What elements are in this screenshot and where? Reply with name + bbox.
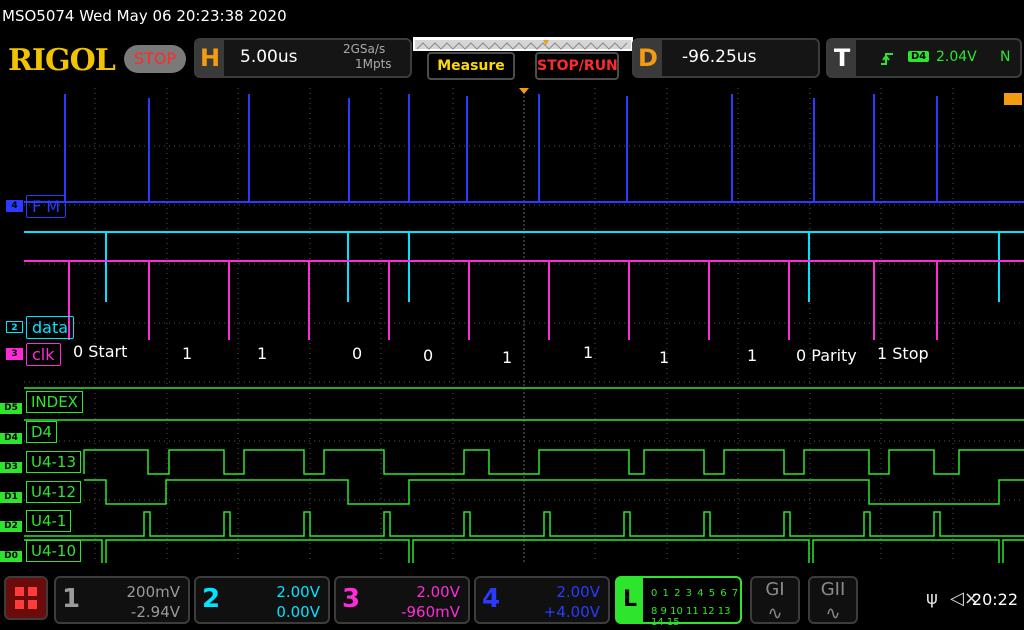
logic-analyzer-box[interactable]: L 0 1 2 3 4 5 6 7 8 9 10 11 12 13 14 15 <box>615 576 742 628</box>
stop-run-button[interactable]: STOP/RUN <box>535 52 619 80</box>
channel-3-offset: -960mV <box>401 603 460 621</box>
channel-3-box[interactable]: 3 2.00V -960mV <box>334 576 470 624</box>
clock: 20:22 <box>971 590 1018 609</box>
bit-annotation: 1 Stop <box>877 344 929 363</box>
la-channels-row-1: 0 1 2 3 4 5 6 7 <box>651 588 740 599</box>
usb-icon: ψ <box>926 588 938 609</box>
la-channels-row-2: 8 9 10 11 12 13 14 15 <box>651 606 731 628</box>
digital-label-u4-12: U4-12 <box>26 481 82 503</box>
digital-marker-d3[interactable]: D3 <box>0 462 22 473</box>
delay-panel[interactable]: D -96.25us <box>632 38 820 78</box>
trigger-mode: N <box>1000 49 1011 65</box>
waveform-display[interactable] <box>24 88 1024 563</box>
digital-marker-d0[interactable]: D0 <box>0 551 22 562</box>
title-bar: MSO5074 Wed May 06 20:23:38 2020 <box>0 0 1024 34</box>
generator-1-box[interactable]: GI ∿ <box>750 576 800 624</box>
digital-label-u4-13: U4-13 <box>26 451 82 473</box>
bit-annotation: 1 <box>182 344 193 363</box>
bit-annotation: 1 <box>502 348 513 367</box>
trigger-panel[interactable]: T D4 2.04V N <box>826 38 1022 78</box>
digital-label-d4: D4 <box>26 421 58 443</box>
rising-edge-icon <box>881 53 893 65</box>
horizontal-key: H <box>196 40 224 76</box>
trigger-key: T <box>828 40 856 76</box>
bit-annotation: 1 <box>583 343 594 362</box>
device-info: MSO5074 Wed May 06 20:23:38 2020 <box>2 7 287 25</box>
channel-3-number: 3 <box>342 584 361 614</box>
bit-annotation: 1 <box>747 346 758 365</box>
channel-4-scale: 2.00V <box>556 583 600 601</box>
channel-2-scale: 2.00V <box>276 583 320 601</box>
channel-2-number: 2 <box>202 584 221 614</box>
channel-2-offset: 0.00V <box>276 603 320 621</box>
ch3-marker[interactable]: 3 <box>6 348 23 360</box>
channel-1-number: 1 <box>62 584 81 614</box>
bit-annotation: 0 Start <box>73 342 128 361</box>
digital-label-u4-1: U4-1 <box>26 510 72 532</box>
channel-3-scale: 2.00V <box>416 583 460 601</box>
bit-annotation: 0 <box>352 344 363 363</box>
memory-depth: 1Mpts <box>355 57 392 71</box>
generator-2-box[interactable]: GII ∿ <box>808 576 858 624</box>
timebase-value: 5.00us <box>240 47 298 67</box>
menu-grid-icon[interactable] <box>4 576 48 620</box>
ch2-marker[interactable]: 2 <box>6 321 23 333</box>
channel-1-scale: 200mV <box>126 583 180 601</box>
channel-2-box[interactable]: 2 2.00V 0.00V <box>194 576 330 624</box>
digital-label-index: INDEX <box>26 391 83 413</box>
channel-4-box[interactable]: 4 2.00V +4.00V <box>474 576 610 624</box>
channel-1-offset: -2.94V <box>130 603 180 621</box>
digital-marker-d4[interactable]: D4 <box>0 433 22 444</box>
channel-4-offset: +4.00V <box>543 603 600 621</box>
bit-annotation: 1 <box>659 348 670 367</box>
channel-1-box[interactable]: 1 200mV -2.94V <box>54 576 190 624</box>
digital-marker-d1[interactable]: D1 <box>0 492 22 503</box>
trigger-level: 2.04V <box>936 49 977 65</box>
trigger-source: D4 <box>908 51 930 62</box>
bit-annotation: 0 Parity <box>796 346 857 365</box>
digital-marker-d2[interactable]: D2 <box>0 521 22 532</box>
measure-button[interactable]: Measure <box>427 52 515 80</box>
sine-wave-icon: ∿ <box>767 603 783 624</box>
bit-annotation: 0 <box>423 346 434 365</box>
ch3-label: clk <box>26 343 61 366</box>
memory-position-bar[interactable] <box>413 37 633 51</box>
sample-rate: 2GSa/s <box>343 42 386 56</box>
digital-label-u4-10: U4-10 <box>26 540 82 562</box>
ch4-marker[interactable]: 4 <box>6 200 23 212</box>
bottom-bar: 1 200mV -2.94V 2 2.00V 0.00V 3 2.00V -96… <box>0 572 1024 630</box>
la-key: L <box>617 578 643 622</box>
run-status-button[interactable]: STOP <box>124 45 186 73</box>
ch4-label: F M <box>26 195 67 218</box>
brand-logo: RIGOL <box>8 43 116 78</box>
ch2-label: data <box>26 316 75 339</box>
generator-2-label: GII <box>820 579 846 600</box>
bit-annotation: 1 <box>257 344 268 363</box>
digital-marker-d5[interactable]: D5 <box>0 403 22 414</box>
channel-4-number: 4 <box>482 584 501 614</box>
generator-1-label: GI <box>765 579 785 600</box>
sine-wave-icon: ∿ <box>825 603 841 624</box>
delay-value: -96.25us <box>682 47 757 67</box>
delay-key: D <box>634 40 662 76</box>
